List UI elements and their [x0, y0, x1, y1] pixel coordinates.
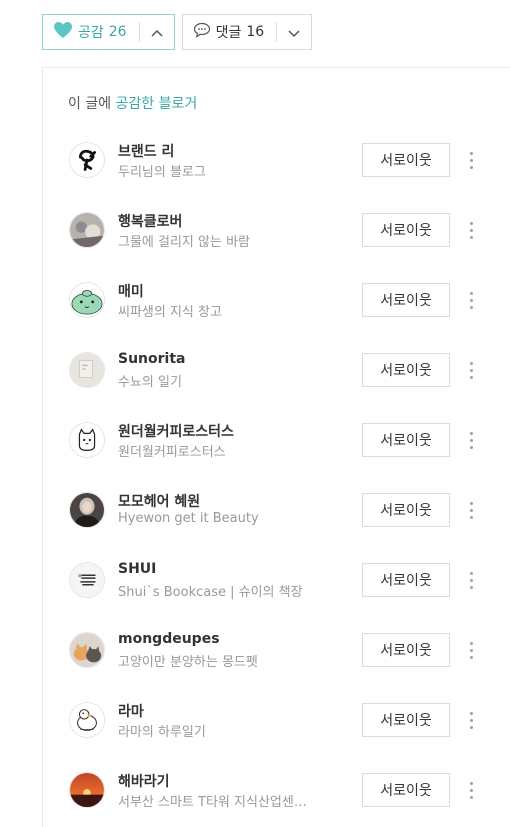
- avatar[interactable]: [69, 492, 105, 528]
- comment-button-group: 댓글 16: [181, 14, 313, 50]
- more-options-icon[interactable]: [465, 144, 477, 176]
- blogger-name[interactable]: 해바라기: [118, 771, 170, 791]
- panel-title-accent: 공감한 블로거: [115, 96, 198, 112]
- avatar[interactable]: [69, 282, 105, 318]
- panel-title: 이 글에 공감한 블로거: [68, 93, 197, 113]
- add-neighbor-button[interactable]: 서로이웃: [362, 213, 450, 247]
- more-options-icon[interactable]: [465, 634, 477, 666]
- avatar[interactable]: [69, 562, 105, 598]
- chevron-up-icon: [150, 23, 164, 42]
- chevron-down-icon: [287, 23, 301, 42]
- blog-description: Shui`s Bookcase | 슈이의 책장: [118, 585, 303, 600]
- blog-description: 라마의 하루일기: [118, 725, 206, 740]
- blogger-name[interactable]: 모모헤어 혜원: [118, 491, 200, 511]
- blog-description: 수뇨의 일기: [118, 375, 182, 390]
- blogger-name[interactable]: 매미: [118, 281, 144, 301]
- blog-description: 그물에 걸리지 않는 바람: [118, 235, 250, 250]
- more-options-icon[interactable]: [465, 774, 477, 806]
- more-options-icon[interactable]: [465, 494, 477, 526]
- comment-button[interactable]: 댓글 16: [183, 15, 277, 49]
- avatar[interactable]: [69, 422, 105, 458]
- list-item: 해바라기 서부산 스마트 T타워 지식산업센… 서로이웃: [43, 770, 510, 810]
- list-item: 모모헤어 혜원 Hyewon get it Beauty 서로이웃: [43, 490, 510, 530]
- list-item: 원더월커피로스터스 원더월커피로스터스 서로이웃: [43, 420, 510, 460]
- list-item: 브랜드 리 두리님의 블로그 서로이웃: [43, 140, 510, 180]
- avatar[interactable]: [69, 702, 105, 738]
- list-item: 행복클로버 그물에 걸리지 않는 바람 서로이웃: [43, 210, 510, 250]
- more-options-icon[interactable]: [465, 284, 477, 316]
- add-neighbor-button[interactable]: 서로이웃: [362, 423, 450, 457]
- sympathy-panel: 이 글에 공감한 블로거 브랜드 리 두리님의 블로그 서로이웃 행복클로버 그…: [42, 67, 510, 827]
- avatar[interactable]: [69, 772, 105, 808]
- blog-description: Hyewon get it Beauty: [118, 511, 259, 526]
- avatar[interactable]: [69, 142, 105, 178]
- blog-description: 원더월커피로스터스: [118, 445, 226, 460]
- more-options-icon[interactable]: [465, 704, 477, 736]
- blogger-name[interactable]: SHUI: [118, 561, 156, 577]
- like-button-group: 공감 26: [42, 14, 175, 50]
- blog-description: 씨파생의 지식 창고: [118, 305, 222, 320]
- add-neighbor-button[interactable]: 서로이웃: [362, 633, 450, 667]
- reaction-bar: 공감 26 댓글 16: [42, 14, 313, 50]
- list-item: mongdeupes 고양이만 분양하는 몽드펫 서로이웃: [43, 630, 510, 670]
- add-neighbor-button[interactable]: 서로이웃: [362, 353, 450, 387]
- add-neighbor-button[interactable]: 서로이웃: [362, 283, 450, 317]
- add-neighbor-button[interactable]: 서로이웃: [362, 563, 450, 597]
- add-neighbor-button[interactable]: 서로이웃: [362, 773, 450, 807]
- avatar[interactable]: [69, 212, 105, 248]
- list-item: Sunorita 수뇨의 일기 서로이웃: [43, 350, 510, 390]
- list-item: 라마 라마의 하루일기 서로이웃: [43, 700, 510, 740]
- add-neighbor-button[interactable]: 서로이웃: [362, 703, 450, 737]
- blog-description: 고양이만 분양하는 몽드펫: [118, 655, 258, 670]
- blogger-name[interactable]: 행복클로버: [118, 211, 182, 231]
- blogger-name[interactable]: 원더월커피로스터스: [118, 421, 234, 441]
- blogger-name[interactable]: 라마: [118, 701, 144, 721]
- blogger-name[interactable]: 브랜드 리: [118, 141, 174, 161]
- more-options-icon[interactable]: [465, 214, 477, 246]
- more-options-icon[interactable]: [465, 564, 477, 596]
- comment-label: 댓글: [215, 25, 242, 41]
- comment-count: 16: [246, 24, 265, 40]
- blog-description: 두리님의 블로그: [118, 165, 206, 180]
- like-label: 공감: [78, 25, 104, 41]
- like-count: 26: [108, 24, 127, 40]
- panel-title-prefix: 이 글에: [68, 96, 116, 112]
- add-neighbor-button[interactable]: 서로이웃: [362, 143, 450, 177]
- heart-icon: [53, 21, 73, 43]
- more-options-icon[interactable]: [465, 354, 477, 386]
- speech-bubble-icon: [193, 22, 211, 42]
- like-list-toggle[interactable]: [140, 15, 174, 49]
- blog-description: 서부산 스마트 T타워 지식산업센…: [118, 795, 307, 810]
- like-button[interactable]: 공감 26: [43, 15, 139, 49]
- blogger-name[interactable]: mongdeupes: [118, 631, 220, 647]
- more-options-icon[interactable]: [465, 424, 477, 456]
- list-item: 매미 씨파생의 지식 창고 서로이웃: [43, 280, 510, 320]
- blogger-name[interactable]: Sunorita: [118, 351, 185, 367]
- comment-list-toggle[interactable]: [277, 15, 311, 49]
- avatar[interactable]: [69, 352, 105, 388]
- list-item: SHUI Shui`s Bookcase | 슈이의 책장 서로이웃: [43, 560, 510, 600]
- add-neighbor-button[interactable]: 서로이웃: [362, 493, 450, 527]
- avatar[interactable]: [69, 632, 105, 668]
